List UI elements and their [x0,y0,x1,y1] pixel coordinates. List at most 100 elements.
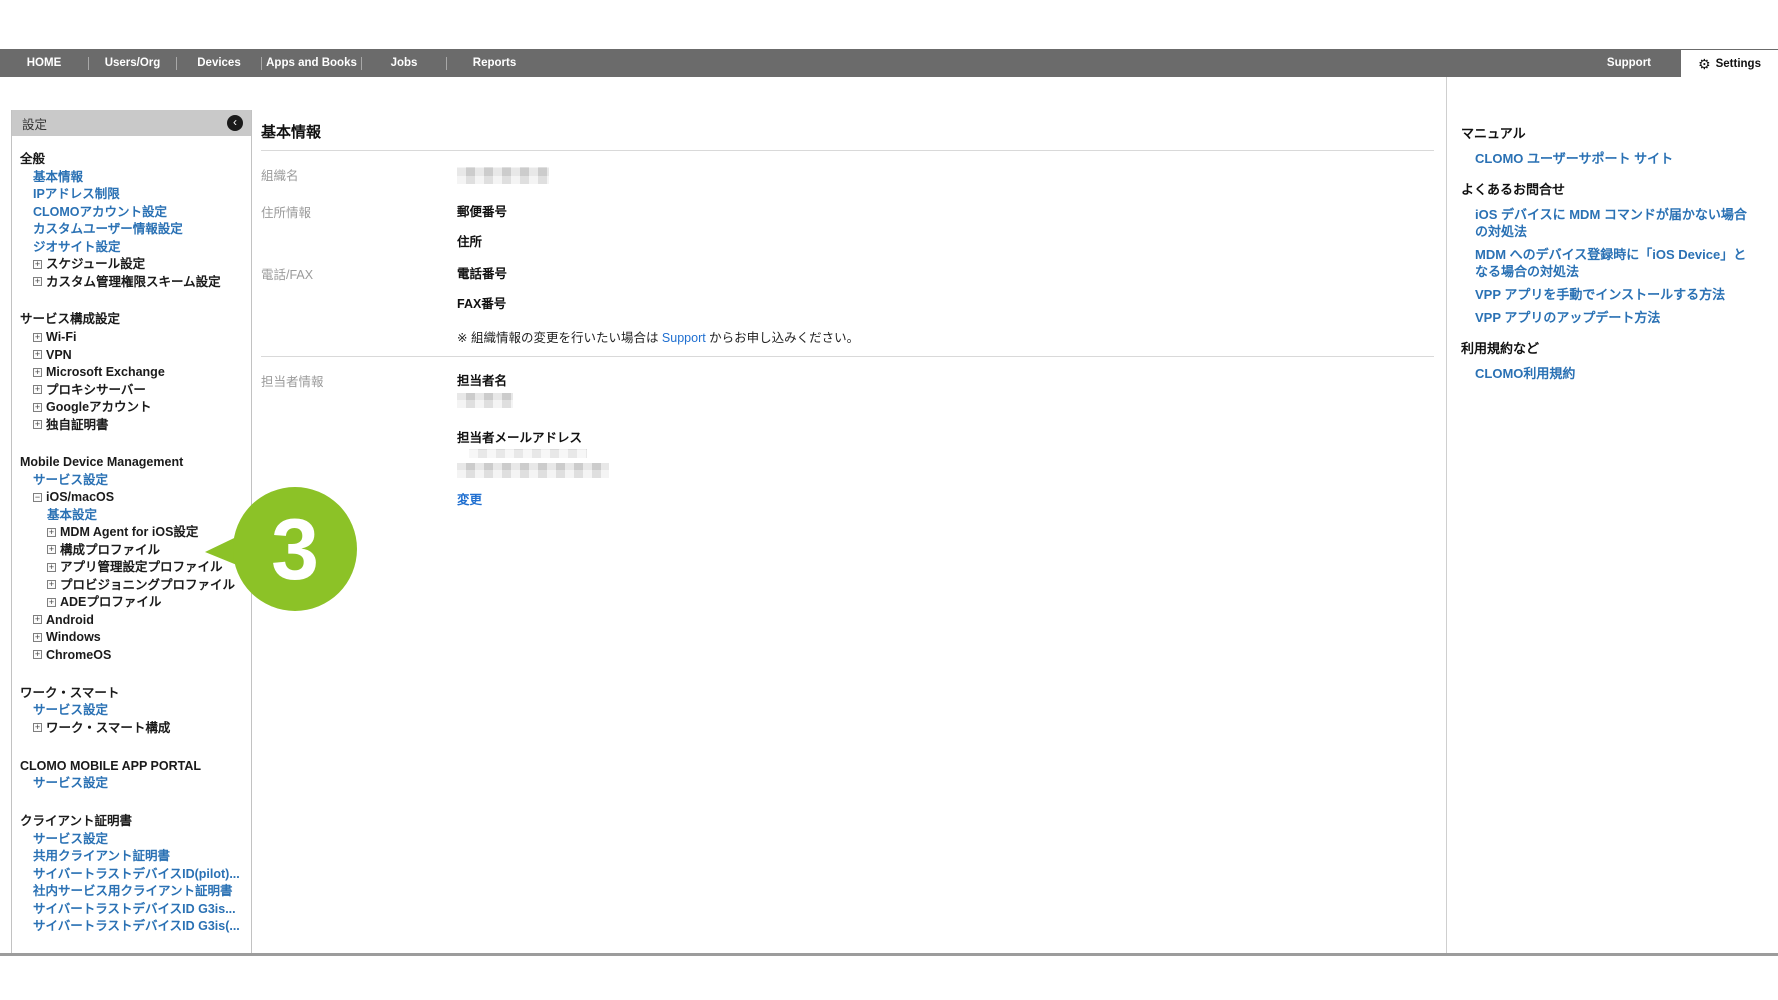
tree-item-item[interactable]: サービス設定 [20,830,247,847]
tree-item-android[interactable]: + Android [20,611,247,628]
tree-item-item[interactable]: 社内サービス用クライアント証明書 [20,883,247,900]
contact-info-label: 担当者情報 [261,375,324,389]
expand-plus-icon[interactable]: + [33,723,42,733]
collapse-minus-icon[interactable]: − [33,492,42,502]
expand-plus-icon[interactable]: + [47,527,56,537]
expand-plus-icon[interactable]: + [47,597,56,607]
expand-plus-icon[interactable]: + [47,580,56,590]
tree-item-google[interactable]: + Googleアカウント [20,398,247,415]
tree-item-label: スケジュール設定 [46,257,146,272]
nav-item-home[interactable]: HOME [0,49,88,77]
chevron-left-circle-icon[interactable]: ‹ [227,115,243,131]
nav-item-jobs[interactable]: Jobs [362,49,446,77]
tree-item-item[interactable]: + アプリ管理設定プロファイル [20,559,247,576]
tree-item-id-g3is[interactable]: サイバートラストデバイスID G3is(... [20,918,247,935]
settings-tab-label: Settings [1715,57,1761,70]
tree-item-label: Googleアカウント [46,400,152,415]
tree-item-mdm-agent-for-ios[interactable]: + MDM Agent for iOS設定 [20,524,247,541]
nav-support-link[interactable]: Support [1607,49,1651,77]
tree-section-title: CLOMO MOBILE APP PORTAL [20,758,202,773]
tree-item-item[interactable]: + 構成プロファイル [20,541,247,558]
tree-item-wi-fi[interactable]: + Wi-Fi [20,328,247,345]
tree-item-item[interactable]: + スケジュール設定 [20,255,247,272]
expand-plus-icon[interactable]: + [33,367,42,377]
tree-item-item[interactable]: サービス設定 [20,702,247,719]
top-nav: HOME Users/Org Devices Apps and Books Jobs Re… [0,49,1778,77]
nav-item-devices[interactable]: Devices [177,49,261,77]
help-link-mdm-ios-device[interactable]: MDM へのデバイス登録時に「iOS Device」となる場合の対処法 [1475,246,1756,280]
tree-item-item[interactable]: サービス設定 [20,471,247,488]
tree-item-label: サービス設定 [33,472,109,487]
expand-plus-icon[interactable]: + [33,259,42,269]
tree-item-item[interactable]: 基本情報 [20,168,247,185]
tree-item-item[interactable]: + ワーク・スマート構成 [20,719,247,736]
tree-item-item[interactable]: + カスタム管理権限スキーム設定 [20,273,247,290]
nav-settings-tab[interactable]: ⚙ Settings [1681,50,1778,77]
tree-item-vpn[interactable]: + VPN [20,346,247,363]
help-link-ios-mdm[interactable]: iOS デバイスに MDM コマンドが届かない場合の対処法 [1475,206,1756,240]
nav-item-users-org[interactable]: Users/Org [89,49,176,77]
expand-plus-icon[interactable]: + [47,562,56,572]
nav-items: HOME Users/Org Devices Apps and Books Jobs Re… [0,49,542,77]
nav-item-reports[interactable]: Reports [447,49,542,77]
expand-plus-icon[interactable]: + [33,420,42,429]
tree-item-id-pilot[interactable]: サイバートラストデバイスID(pilot)... [20,865,247,882]
redacted-org-name [457,167,549,184]
tree-item-ios-macos[interactable]: − iOS/macOS [20,489,247,506]
help-link-vpp[interactable]: VPP アプリを手動でインストールする方法 [1475,286,1756,303]
tree-item-label: サービス設定 [33,776,109,791]
tree-item-item[interactable]: + 独自証明書 [20,416,247,433]
fax-number-label: FAX番号 [457,297,507,311]
tree-item-microsoft-exchange[interactable]: + Microsoft Exchange [20,363,247,380]
expand-plus-icon[interactable]: + [33,632,42,642]
tree-section-item: 全般 基本情報 IPアドレス制限 CLOMOアカウント設定 カスタムユーザー情報設定 ジオ… [20,150,247,290]
tree-item-ade[interactable]: + ADEプロファイル [20,594,247,611]
faq-group: よくあるお問合せ iOS デバイスに MDM コマンドが届かない場合の対処法 MD… [1461,181,1756,326]
settings-sidebar: 設定 ‹ 全般 基本情報 IPアドレス制限 CLOMOアカウント設定 カスタムユーザー情… [11,110,252,953]
tree-item-windows[interactable]: + Windows [20,629,247,646]
main-panel: 基本情報 組織名 住所情報 郵便番号 住所 電話/FAX 電話番号 FAX番号 … [252,77,1446,953]
help-link-clomo[interactable]: CLOMO ユーザーサポート サイト [1475,150,1756,167]
tree-item-item[interactable]: 基本設定 [20,506,247,523]
expand-plus-icon[interactable]: + [33,332,42,342]
expand-plus-icon[interactable]: + [47,545,56,555]
tree-item-item[interactable]: + プロキシサーバー [20,381,247,398]
tree-item-item[interactable]: ジオサイト設定 [20,238,247,255]
expand-plus-icon[interactable]: + [33,402,42,412]
tree-item-chromeos[interactable]: + ChromeOS [20,646,247,663]
clomo-settings-page: HOME Users/Org Devices Apps and Books Jobs Re… [0,0,1778,1000]
tree-item-item[interactable]: サービス設定 [20,775,247,792]
tree-item-label: CLOMOアカウント設定 [33,204,168,219]
manual-links: CLOMO ユーザーサポート サイト [1475,150,1756,167]
tree-item-label: アプリ管理設定プロファイル [60,560,223,575]
expand-plus-icon[interactable]: + [33,615,42,625]
nav-item-apps-and-books[interactable]: Apps and Books [262,49,361,77]
expand-plus-icon[interactable]: + [33,385,42,395]
support-link[interactable]: Support [662,331,706,345]
tree-item-label: Android [46,612,94,627]
phone-number-label: 電話番号 [457,267,508,281]
tree-item-label: ChromeOS [46,647,112,662]
tree-item-id-g3is[interactable]: サイバートラストデバイスID G3is... [20,900,247,917]
tree-item-ip[interactable]: IPアドレス制限 [20,185,247,202]
expand-plus-icon[interactable]: + [33,277,42,287]
expand-plus-icon[interactable]: + [33,350,42,360]
tree-item-label: サービス設定 [33,831,109,846]
tree-section-item: ワーク・スマート サービス設定 + ワーク・スマート構成 [20,684,247,737]
change-link[interactable]: 変更 [457,492,482,508]
tree-item-label: ADEプロファイル [60,595,162,610]
help-link-clomo[interactable]: CLOMO利用規約 [1475,365,1756,382]
tree-item-clomo[interactable]: CLOMOアカウント設定 [20,203,247,220]
tree-item-item[interactable]: + プロビジョニングプロファイル [20,576,247,593]
tree-section-title: Mobile Device Management [20,455,184,470]
tree-item-label: Wi-Fi [46,330,77,345]
help-link-vpp[interactable]: VPP アプリのアップデート方法 [1475,309,1756,326]
tree-item-item[interactable]: 共用クライアント証明書 [20,848,247,865]
terms-heading: 利用規約など [1461,341,1540,356]
content-area: 設定 ‹ 全般 基本情報 IPアドレス制限 CLOMOアカウント設定 カスタムユーザー情… [0,77,1778,953]
tree-item-label: プロキシサーバー [46,382,146,397]
terms-group: 利用規約など CLOMO利用規約 [1461,340,1756,382]
tree-item-item[interactable]: カスタムユーザー情報設定 [20,220,247,237]
org-name-row: 組織名 [261,151,1434,188]
expand-plus-icon[interactable]: + [33,650,42,660]
